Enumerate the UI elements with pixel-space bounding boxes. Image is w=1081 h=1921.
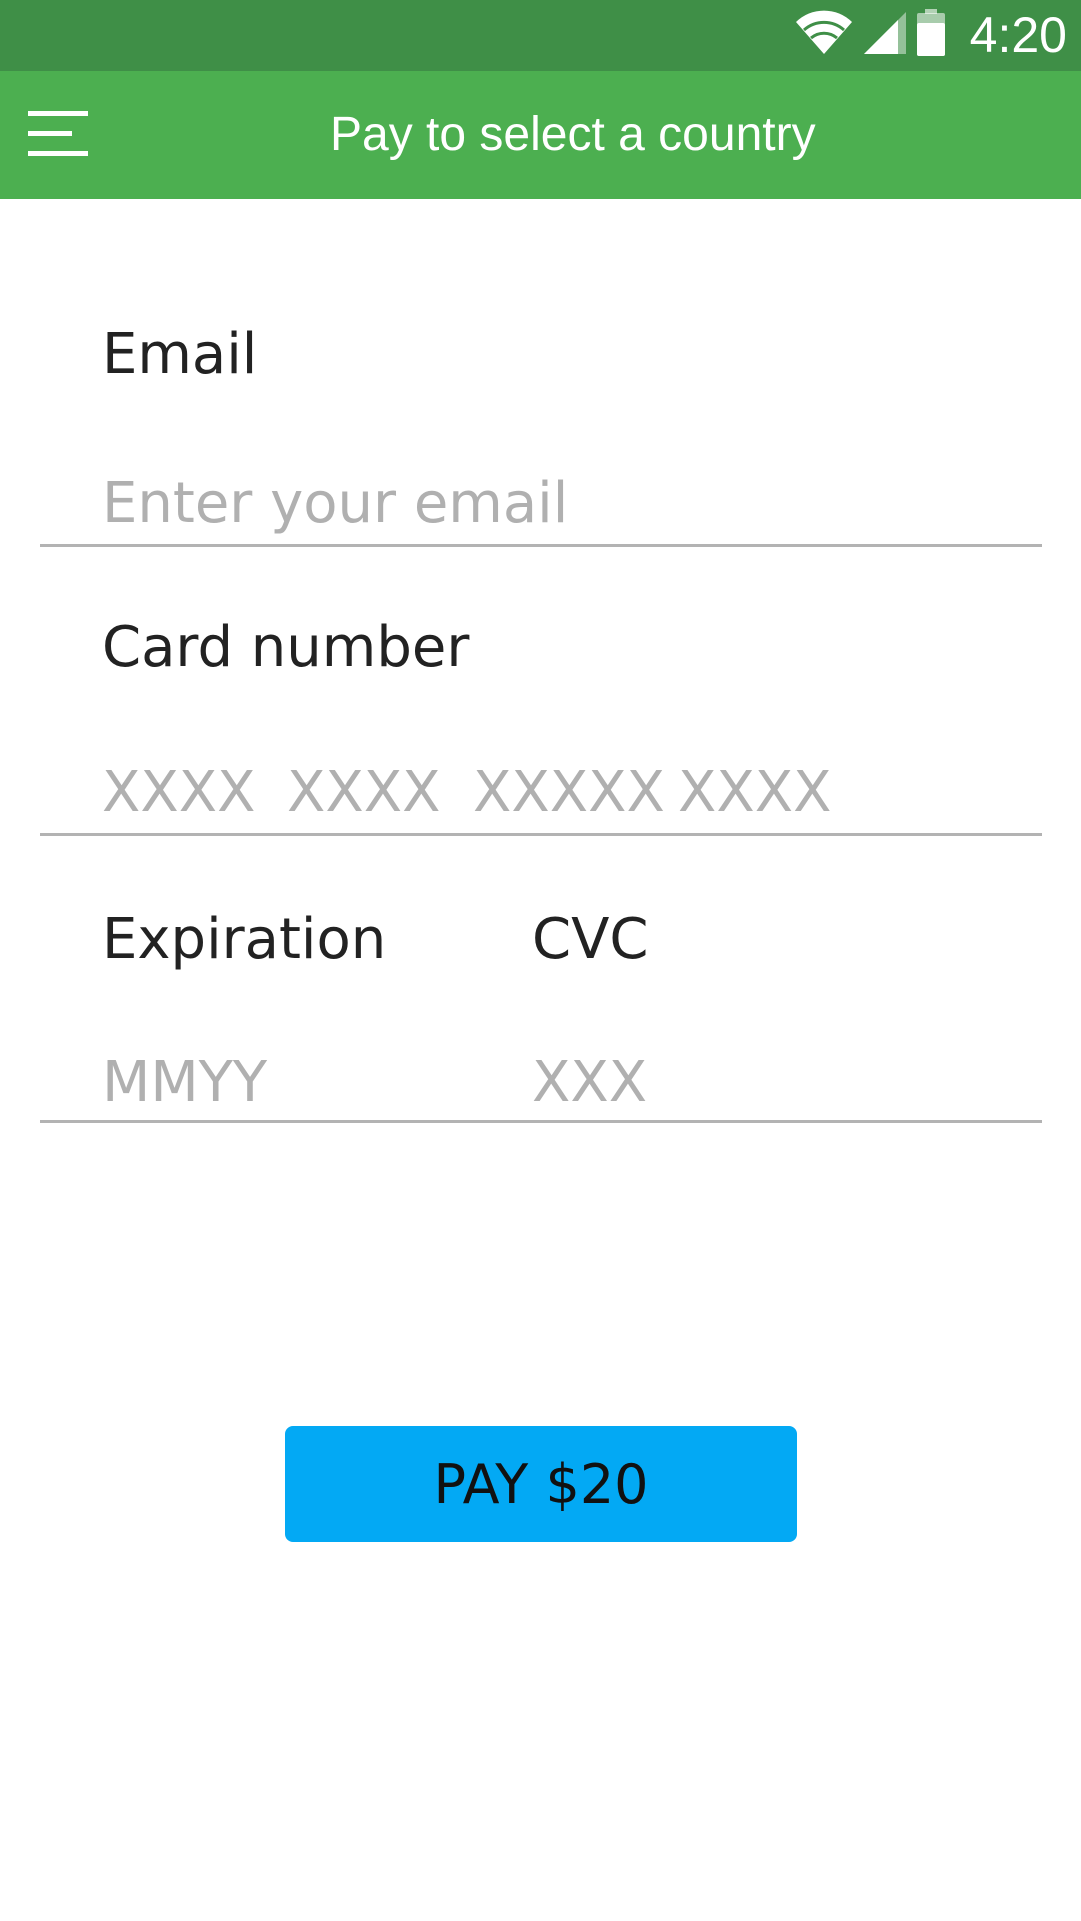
email-placeholder: Enter your email <box>102 471 569 536</box>
status-time: 4:20 <box>969 7 1067 63</box>
battery-icon <box>916 9 946 62</box>
app-bar: Pay to select a country <box>0 71 1081 199</box>
status-bar: 4:20 <box>0 0 1081 71</box>
expiration-field[interactable]: MMYY <box>102 1050 267 1115</box>
card-number-label: Card number <box>102 615 470 680</box>
card-number-placeholder-group: XXXX <box>287 760 441 825</box>
hamburger-menu-icon[interactable] <box>16 97 106 173</box>
card-number-placeholder-group: XXXX <box>102 760 256 825</box>
status-icons: 4:20 <box>794 0 1067 71</box>
cvc-label: CVC <box>532 907 649 972</box>
cvc-field[interactable]: XXX <box>532 1050 647 1115</box>
page-title: Pay to select a country <box>330 108 816 161</box>
expiration-label: Expiration <box>102 907 387 972</box>
wifi-icon <box>794 10 854 61</box>
card-number-field[interactable]: XXXX XXXX XXXXX XXXX <box>40 758 1042 836</box>
expiration-cvc-row: MMYY XXX <box>40 1050 1042 1123</box>
email-label: Email <box>102 322 258 387</box>
email-field[interactable]: Enter your email <box>40 467 1042 547</box>
card-number-placeholder-group: XXXX <box>678 760 832 825</box>
signal-icon <box>862 10 908 61</box>
card-number-placeholder-group: XXXXX <box>473 760 665 825</box>
pay-button[interactable]: PAY $20 <box>285 1426 797 1542</box>
